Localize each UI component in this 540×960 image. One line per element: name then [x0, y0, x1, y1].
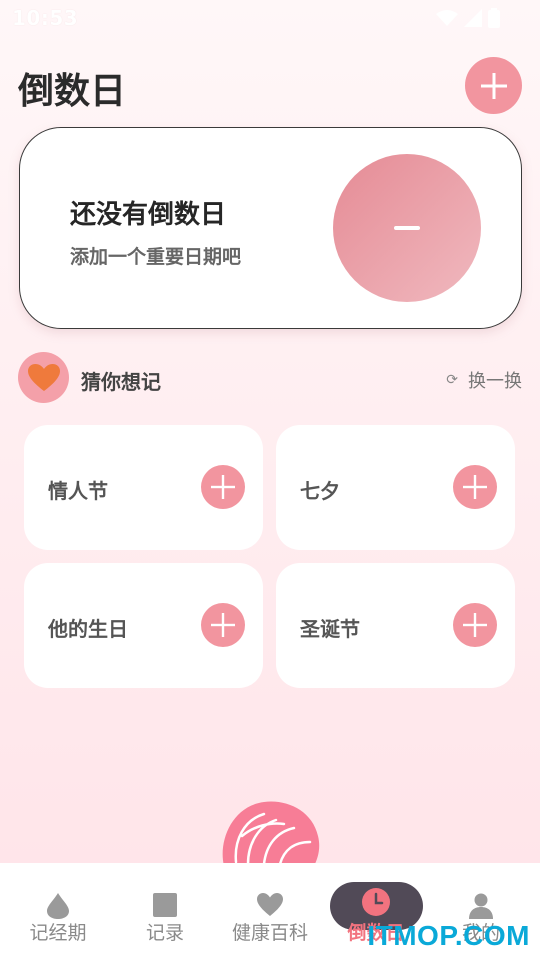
empty-subtitle: 添加一个重要日期吧 [70, 246, 242, 268]
plus-icon [480, 72, 507, 99]
girl-illustration [222, 801, 320, 866]
signal-icon [464, 9, 482, 27]
nav-item-period[interactable]: 记经期 [4, 863, 112, 960]
refresh-label: 换一换 [468, 371, 522, 392]
status-bar: 10:53 [0, 0, 540, 36]
suggestion-card[interactable]: 情人节 [24, 425, 263, 550]
suggestion-label: 七夕 [300, 479, 340, 503]
clock-icon [362, 888, 390, 916]
nav-item-health[interactable]: 健康百科 [216, 863, 324, 960]
status-time: 10:53 [12, 6, 79, 30]
refresh-button[interactable]: ⟳ 换一换 [446, 367, 522, 393]
empty-add-circle-button[interactable] [333, 154, 481, 302]
empty-countdown-card: 还没有倒数日 添加一个重要日期吧 [19, 127, 522, 329]
guess-heart-badge [18, 352, 69, 403]
add-countdown-button[interactable] [465, 57, 522, 114]
watermark-logo: ITMOP.COM [367, 920, 530, 951]
minus-icon [394, 226, 420, 230]
nav-label: 记经期 [29, 922, 87, 944]
nav-item-records[interactable]: 记录 [111, 863, 219, 960]
suggestion-label: 情人节 [48, 479, 108, 503]
add-suggestion-button[interactable] [201, 603, 245, 647]
add-suggestion-button[interactable] [201, 465, 245, 509]
square-icon [153, 893, 177, 917]
guess-section-title: 猜你想记 [81, 370, 161, 394]
nav-label: 记录 [145, 922, 184, 944]
suggestion-card[interactable]: 他的生日 [24, 563, 263, 688]
drop-icon [47, 893, 69, 919]
suggestion-card[interactable]: 七夕 [276, 425, 515, 550]
suggestion-label: 圣诞节 [300, 617, 360, 641]
refresh-icon: ⟳ [446, 372, 458, 388]
add-suggestion-button[interactable] [453, 465, 497, 509]
page-title: 倒数日 [18, 71, 127, 112]
suggestion-label: 他的生日 [48, 617, 128, 641]
empty-title: 还没有倒数日 [70, 200, 227, 230]
status-icons [436, 8, 500, 28]
battery-icon [488, 8, 500, 28]
add-suggestion-button[interactable] [453, 603, 497, 647]
plus-icon [211, 613, 235, 637]
heart-icon [257, 893, 283, 916]
nav-label: 健康百科 [231, 922, 308, 944]
wifi-icon [436, 10, 458, 26]
suggestion-card[interactable]: 圣诞节 [276, 563, 515, 688]
plus-icon [463, 475, 487, 499]
person-icon [469, 893, 493, 919]
plus-icon [463, 613, 487, 637]
heart-icon [27, 363, 60, 391]
plus-icon [211, 475, 235, 499]
